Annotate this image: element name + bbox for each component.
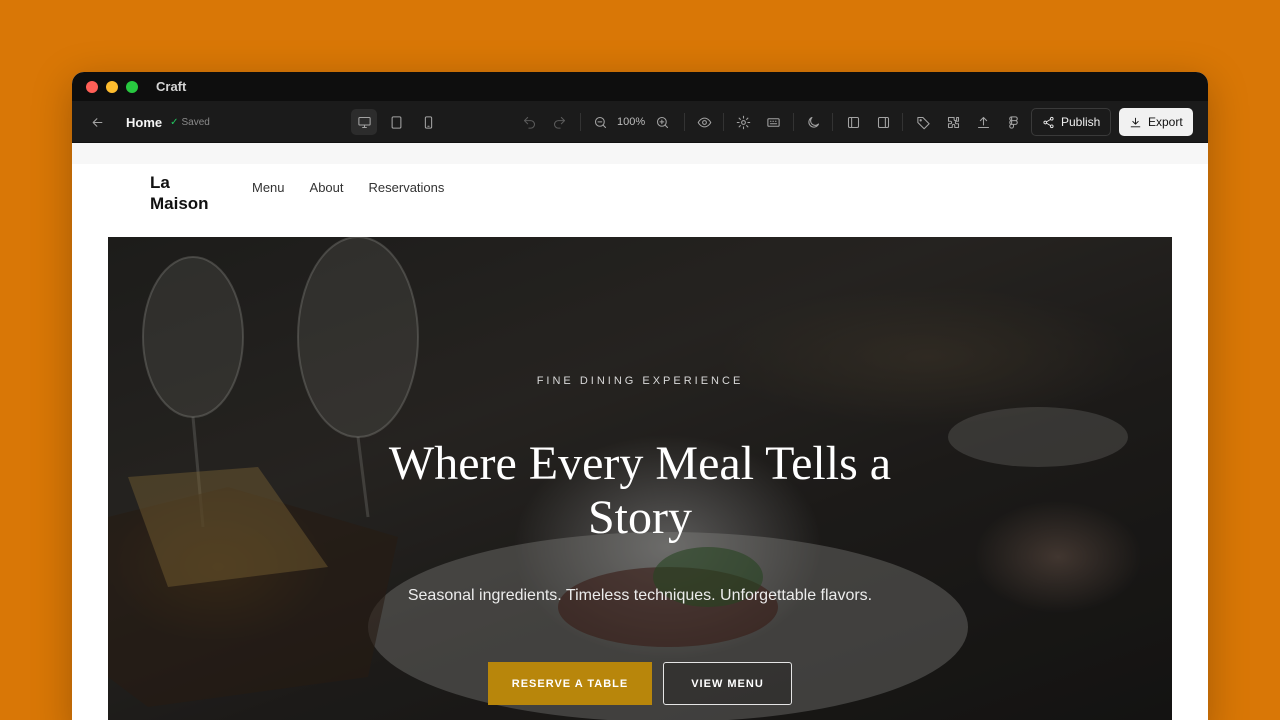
minimize-window-button[interactable] — [106, 80, 118, 93]
site-logo[interactable]: La Maison — [150, 172, 230, 214]
zoom-out-icon[interactable] — [587, 109, 613, 135]
puzzle-icon[interactable] — [940, 109, 966, 135]
hero-section[interactable]: FINE DINING EXPERIENCE Where Every Meal … — [108, 237, 1172, 720]
keyboard-icon[interactable] — [760, 109, 786, 135]
nav-link-reservations[interactable]: Reservations — [369, 180, 445, 195]
saved-label: Saved — [181, 116, 210, 128]
toolbar-divider — [684, 113, 685, 131]
check-icon: ✓ — [170, 116, 179, 128]
eye-icon[interactable] — [691, 109, 717, 135]
gear-icon[interactable] — [730, 109, 756, 135]
hero-title: Where Every Meal Tells a Story — [388, 437, 892, 544]
nav-link-about[interactable]: About — [310, 180, 344, 195]
reserve-table-button[interactable]: RESERVE A TABLE — [488, 662, 652, 705]
nav-link-menu[interactable]: Menu — [252, 180, 285, 195]
export-button[interactable]: Export — [1119, 108, 1193, 136]
publish-button[interactable]: Publish — [1031, 108, 1112, 136]
toolbar-divider — [580, 113, 581, 131]
page-name[interactable]: Home — [126, 115, 162, 130]
hero-content: FINE DINING EXPERIENCE Where Every Meal … — [108, 237, 1172, 720]
undo-icon[interactable] — [516, 109, 542, 135]
hero-subtitle: Seasonal ingredients. Timeless technique… — [407, 587, 873, 604]
toolbar-divider — [793, 113, 794, 131]
publish-label: Publish — [1061, 115, 1101, 129]
panel-right-icon[interactable] — [870, 109, 896, 135]
close-window-button[interactable] — [86, 80, 98, 93]
view-menu-button[interactable]: VIEW MENU — [663, 662, 792, 705]
moon-icon[interactable] — [800, 109, 826, 135]
export-label: Export — [1148, 115, 1183, 129]
download-icon — [1130, 117, 1141, 127]
toolbar-divider — [902, 113, 903, 131]
saved-status: ✓ Saved — [170, 117, 210, 128]
tag-icon[interactable] — [910, 109, 936, 135]
maximize-window-button[interactable] — [126, 80, 138, 93]
desktop-icon[interactable] — [351, 109, 377, 135]
editor-canvas[interactable]: La Maison Menu About Reservations FINE D… — [72, 143, 1208, 720]
zoom-level[interactable]: 100% — [617, 116, 645, 128]
back-arrow-icon[interactable] — [84, 109, 110, 135]
title-bar: Craft — [72, 72, 1208, 101]
app-window: Craft Home ✓ Saved 100% Publish Export L… — [72, 72, 1208, 720]
figma-icon[interactable] — [1000, 109, 1026, 135]
toolbar-divider — [723, 113, 724, 131]
toolbar-divider — [832, 113, 833, 131]
share-icon — [1043, 116, 1054, 128]
site-navigation: La Maison Menu About Reservations — [72, 164, 1208, 237]
hero-eyebrow: FINE DINING EXPERIENCE — [536, 375, 744, 387]
redo-icon[interactable] — [546, 109, 572, 135]
canvas-ruler-strip — [72, 143, 1208, 164]
nav-links: Menu About Reservations — [252, 180, 444, 195]
mobile-icon[interactable] — [415, 109, 441, 135]
panel-left-icon[interactable] — [840, 109, 866, 135]
upload-icon[interactable] — [970, 109, 996, 135]
app-title: Craft — [156, 79, 187, 94]
tablet-icon[interactable] — [383, 109, 409, 135]
zoom-in-icon[interactable] — [649, 109, 675, 135]
editor-toolbar: Home ✓ Saved 100% Publish Export — [72, 101, 1208, 143]
